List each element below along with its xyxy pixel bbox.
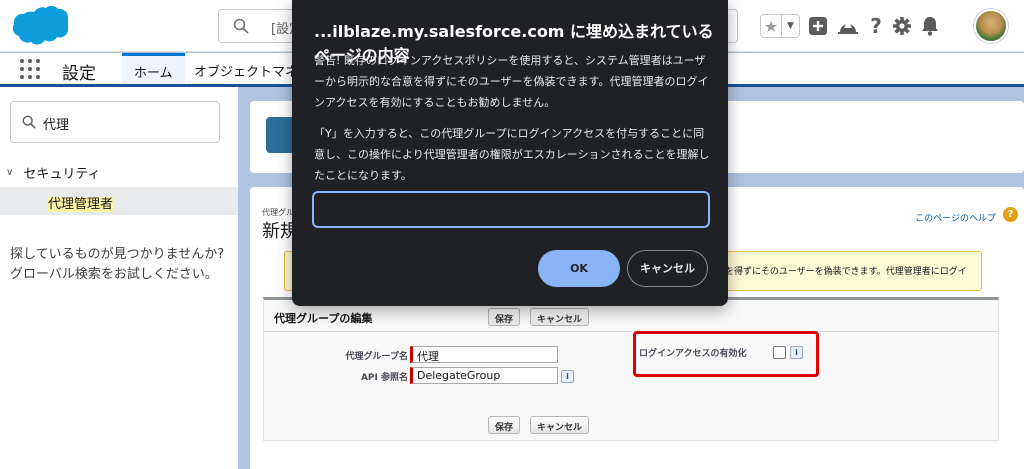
trailhead-guidance-icon[interactable]	[836, 15, 860, 37]
cancel-button[interactable]: キャンセル	[627, 250, 708, 287]
tree-section-security[interactable]: ∨ セキュリティ	[6, 163, 101, 182]
tree-section-label: セキュリティ	[23, 167, 101, 182]
tab-object-manager[interactable]: オブジェクトマネ	[182, 53, 310, 84]
group-name-input[interactable]: 代理	[410, 346, 558, 363]
dialog-body: 警告! 既存のログインアクセスポリシーを使用すると、システム管理者はユーザーから…	[314, 50, 710, 186]
chevron-down-icon[interactable]: ∨	[6, 167, 13, 178]
api-name-info-icon[interactable]: i	[561, 370, 574, 383]
notifications-bell-icon[interactable]	[920, 15, 940, 37]
quick-find-input[interactable]: 代理	[10, 101, 220, 143]
dialog-warning-text: 警告! 既存のログインアクセスポリシーを使用すると、システム管理者はユーザーから…	[314, 54, 709, 109]
panel-title: 代理グループの編集	[274, 312, 373, 325]
setup-gear-icon[interactable]	[892, 16, 912, 36]
help-link[interactable]: このページのヘルプ	[915, 211, 996, 224]
global-actions-icon[interactable]	[808, 16, 828, 36]
cancel-button-bottom[interactable]: キャンセル	[530, 416, 590, 434]
edit-panel: 代理グループの編集 保存 キャンセル 代理グループ名 代理 API 参照名 De…	[263, 297, 999, 441]
help-question-icon[interactable]: ?	[1003, 207, 1018, 222]
search-icon	[22, 115, 36, 129]
tree-item-label: 代理管理者	[48, 197, 114, 212]
api-name-input[interactable]: DelegateGroup	[410, 367, 558, 384]
app-name: 設定	[62, 64, 96, 84]
cancel-button-top[interactable]: キャンセル	[530, 308, 590, 326]
highlight-box	[633, 331, 819, 377]
dialog-text-input[interactable]	[312, 191, 710, 228]
tab-home[interactable]: ホーム	[122, 53, 185, 84]
quick-find-value: 代理	[43, 118, 70, 133]
salesforce-cloud-logo[interactable]	[10, 6, 68, 46]
group-name-label: 代理グループ名	[345, 352, 408, 362]
help-icon[interactable]: ?	[868, 15, 884, 37]
not-found-hint: 探しているものが見つかりませんか? グローバル検索をお試しください。	[10, 245, 224, 285]
setup-sidebar: 代理 ∨ セキュリティ 代理管理者 探しているものが見つかりませんか? グローバ…	[0, 87, 238, 469]
save-button-top[interactable]: 保存	[488, 308, 521, 326]
favorites-control[interactable]: ★ ▼	[760, 14, 800, 38]
favorites-dropdown-icon[interactable]: ▼	[781, 15, 799, 37]
favorite-star-icon[interactable]: ★	[761, 17, 781, 36]
ok-button[interactable]: OK	[538, 250, 620, 287]
search-icon	[233, 18, 249, 34]
browser-prompt-dialog: ...ilblaze.my.salesforce.com に埋め込まれているペー…	[292, 0, 728, 306]
dialog-consent-text: 「Y」を入力すると、この代理グループにログインアクセスを付与することに同意し、こ…	[314, 127, 710, 182]
not-found-line-2: グローバル検索をお試しください。	[10, 267, 218, 282]
user-avatar[interactable]	[974, 9, 1008, 43]
not-found-line-1: 探しているものが見つかりませんか?	[10, 247, 225, 262]
tree-item-delegated-admin[interactable]: 代理管理者	[0, 187, 238, 215]
save-button-bottom[interactable]: 保存	[488, 416, 521, 434]
api-name-label: API 参照名	[360, 373, 408, 383]
svg-text:?: ?	[870, 15, 882, 37]
app-launcher-icon[interactable]	[20, 59, 40, 79]
